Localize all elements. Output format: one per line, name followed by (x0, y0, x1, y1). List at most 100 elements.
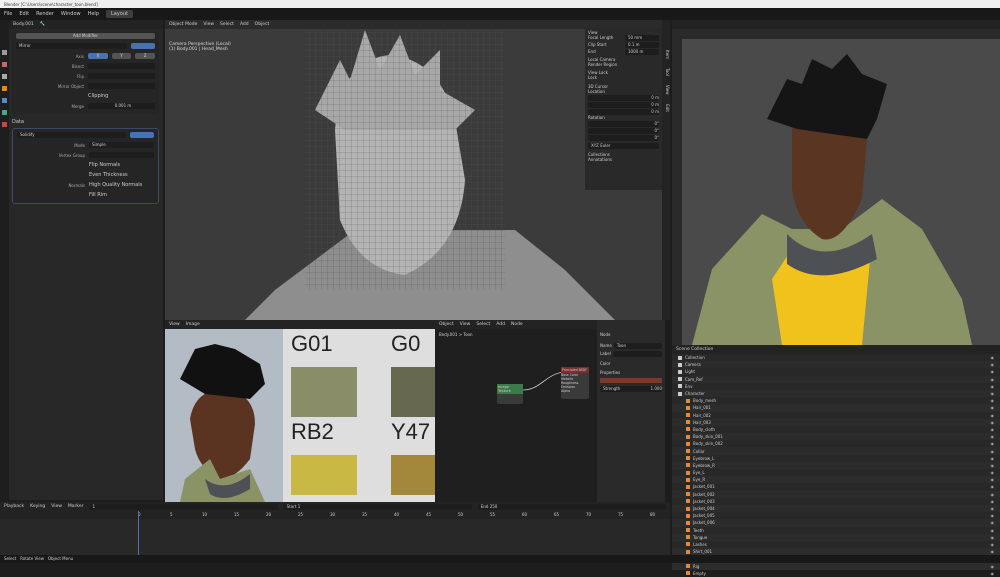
location-y[interactable]: 0 m (588, 102, 659, 108)
location-x[interactable]: 0 m (588, 95, 659, 101)
visibility-eye-icon[interactable]: ◉ (991, 477, 995, 482)
bisect-field[interactable] (88, 63, 155, 69)
rotation-z[interactable]: 0° (588, 135, 659, 141)
node-menu-view[interactable]: View (460, 322, 471, 327)
outliner-row[interactable]: Camera ◉ (672, 361, 1000, 369)
modifier-name-mirror[interactable]: Mirror (16, 43, 127, 49)
outliner-row[interactable]: Tongue ◉ (672, 533, 1000, 541)
visibility-eye-icon[interactable]: ◉ (991, 413, 995, 418)
visibility-eye-icon[interactable]: ◉ (991, 499, 995, 504)
modifier-tab-icon[interactable] (2, 98, 7, 103)
outliner-row[interactable]: Jacket_004 ◉ (672, 504, 1000, 513)
visibility-eye-icon[interactable]: ◉ (991, 420, 995, 425)
visibility-eye-icon[interactable]: ◉ (991, 441, 995, 446)
visibility-eye-icon[interactable]: ◉ (991, 391, 995, 396)
tool-tab-icon[interactable] (2, 50, 7, 55)
clipping-checkbox[interactable]: Clipping (88, 93, 108, 99)
visibility-eye-icon[interactable]: ◉ (991, 528, 995, 533)
outliner-row[interactable]: Rig ◉ (672, 562, 1000, 570)
image-menu-view[interactable]: View (169, 322, 180, 327)
mode-select[interactable]: Simple (89, 142, 154, 148)
workspace-tab-layout[interactable]: Layout (106, 10, 133, 18)
visibility-eye-icon[interactable]: ◉ (991, 549, 995, 554)
outliner-row[interactable]: Hair_003 ◉ (672, 418, 1000, 426)
rotation-y[interactable]: 0° (588, 128, 659, 134)
color-field[interactable] (600, 378, 662, 383)
node-menu-select[interactable]: Select (476, 322, 490, 327)
tab-view[interactable]: View (665, 85, 670, 95)
object-tab-icon[interactable] (2, 86, 7, 91)
visibility-eye-icon[interactable]: ◉ (991, 384, 995, 389)
axis-z[interactable]: Z (135, 53, 156, 59)
outliner-row[interactable]: Eye_L ◉ (672, 469, 1000, 476)
high-quality-checkbox[interactable]: High Quality Normals (89, 182, 142, 188)
visibility-eye-icon[interactable]: ◉ (991, 520, 995, 525)
node-name-field[interactable]: Toon (613, 343, 662, 349)
frame-ruler[interactable]: 0 5 10 15 20 25 30 35 40 45 50 55 60 65 70 75 80 (0, 511, 670, 519)
material-tab-icon[interactable] (2, 122, 7, 127)
visibility-eye-icon[interactable]: ◉ (991, 377, 995, 382)
fill-rim-checkbox[interactable]: Fill Rim (89, 192, 107, 198)
properties-tab-strip[interactable] (0, 20, 9, 500)
outliner-row[interactable]: Env ◉ (672, 383, 1000, 390)
output-tab-icon[interactable] (2, 74, 7, 79)
timeline-menu-keying[interactable]: Keying (30, 504, 45, 509)
rotation-x[interactable]: 0° (588, 121, 659, 127)
end-frame-field[interactable]: End 250 (477, 503, 666, 510)
node-properties-section[interactable]: Properties (600, 370, 662, 375)
outliner-row[interactable]: Light ◉ (672, 368, 1000, 375)
outliner-row[interactable]: Body_skin_002 ◉ (672, 440, 1000, 447)
flip-field[interactable] (88, 73, 155, 79)
data-tab-icon[interactable] (2, 110, 7, 115)
visibility-eye-icon[interactable]: ◉ (991, 398, 995, 403)
menu-window[interactable]: Window (61, 11, 81, 17)
outliner-row[interactable]: Eyebrow_L ◉ (672, 455, 1000, 462)
flip-normals-checkbox[interactable]: Flip Normals (89, 162, 120, 168)
add-modifier-button[interactable]: Add Modifier (16, 33, 155, 39)
visibility-eye-icon[interactable]: ◉ (991, 449, 995, 454)
timeline-menu-playback[interactable]: Playback (4, 504, 24, 509)
node-input[interactable]: Alpha (561, 389, 589, 393)
outliner-row[interactable]: Jacket_003 ◉ (672, 498, 1000, 505)
image-editor[interactable]: View Image G01 G0 RB2 Y47 (165, 320, 435, 502)
annotations-section[interactable]: Annotations (588, 157, 659, 162)
vertex-group-field[interactable] (89, 152, 154, 158)
axis-x[interactable]: X (88, 53, 108, 59)
outliner-row[interactable]: Empty ◉ (672, 570, 1000, 577)
render-region-checkbox[interactable]: Render Region (588, 62, 659, 67)
outliner-row[interactable]: Collection ◉ (672, 354, 1000, 361)
clip-start-field[interactable]: 0.1 m (625, 42, 659, 48)
outliner-row[interactable]: Jacket_005 ◉ (672, 512, 1000, 519)
visibility-eye-icon[interactable]: ◉ (991, 405, 995, 410)
outliner-row[interactable]: Body_mesh ◉ (672, 397, 1000, 404)
strength-value[interactable]: 1.000 (651, 386, 662, 392)
menu-help[interactable]: Help (88, 11, 99, 17)
outliner-row[interactable]: Lashes ◉ (672, 541, 1000, 548)
image-texture-node[interactable]: Image Texture (497, 384, 523, 404)
shader-node-editor[interactable]: Object View Select Add Node Body.001 > Toon … (435, 320, 597, 502)
outliner-row[interactable]: Jacket_002 ◉ (672, 490, 1000, 498)
timeline-menu-view[interactable]: View (51, 504, 62, 509)
tab-tool[interactable]: Tool (665, 68, 670, 76)
rotation-mode-select[interactable]: XYZ Euler (588, 143, 659, 149)
even-thickness-checkbox[interactable]: Even Thickness (89, 172, 128, 178)
visibility-eye-icon[interactable]: ◉ (991, 427, 995, 432)
outliner-row[interactable]: Body_cloth ◉ (672, 426, 1000, 433)
playhead[interactable] (138, 511, 139, 555)
mirror-object-field[interactable] (88, 83, 155, 89)
visibility-eye-icon[interactable]: ◉ (991, 564, 995, 569)
outliner-row[interactable]: Hair_002 ◉ (672, 412, 1000, 419)
visibility-eye-icon[interactable]: ◉ (991, 484, 995, 489)
node-label-field[interactable] (612, 351, 662, 357)
visibility-eye-icon[interactable]: ◉ (991, 362, 995, 367)
visibility-eye-icon[interactable]: ◉ (991, 542, 995, 547)
node-menu-node[interactable]: Node (511, 322, 523, 327)
modifier-toggles[interactable] (130, 132, 154, 138)
menu-file[interactable]: File (4, 11, 12, 17)
timeline-menu-marker[interactable]: Marker (68, 504, 84, 509)
visibility-eye-icon[interactable]: ◉ (991, 463, 995, 468)
visibility-eye-icon[interactable]: ◉ (991, 470, 995, 475)
tab-item[interactable]: Item (665, 50, 670, 59)
timeline[interactable]: Playback Keying View Marker 1 Start 1 En… (0, 502, 670, 555)
clip-end-field[interactable]: 1000 m (625, 49, 659, 55)
